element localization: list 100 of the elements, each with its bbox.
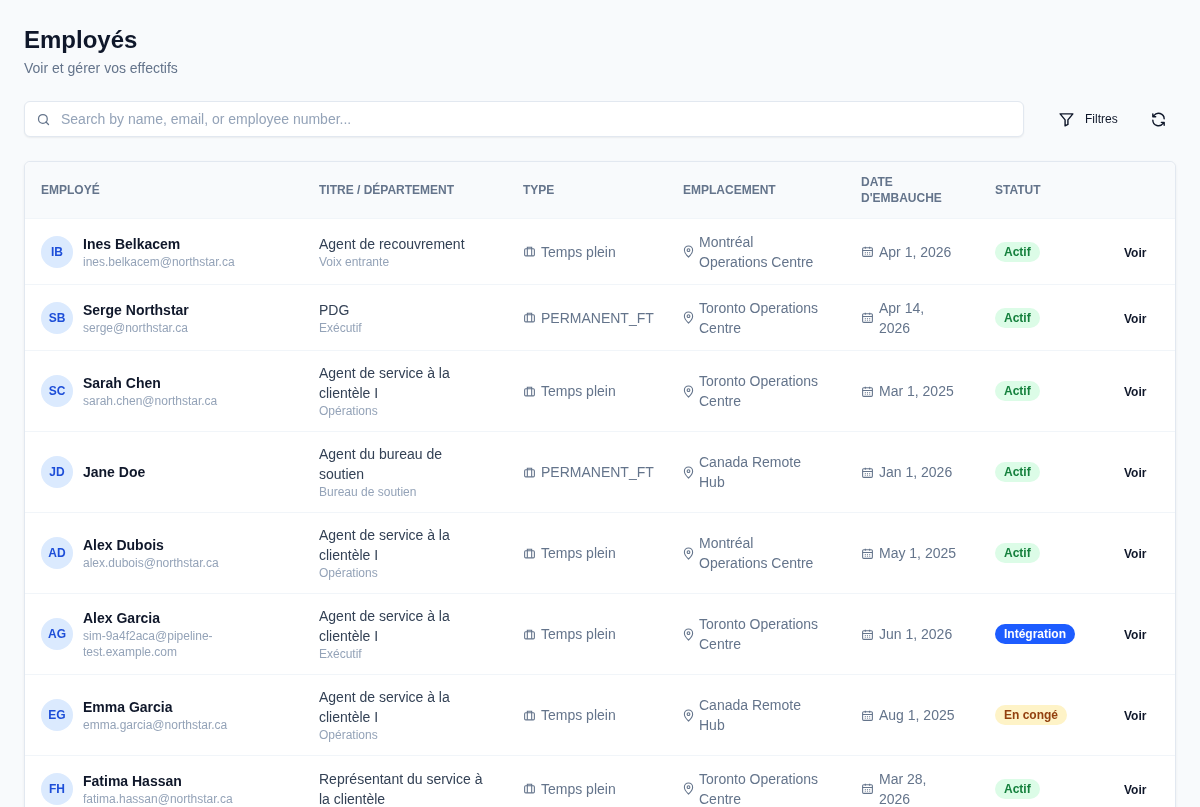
department: Voix entrante	[319, 253, 391, 270]
employment-type: PERMANENT_FT	[541, 308, 654, 328]
view-link[interactable]: Voir	[1124, 709, 1147, 723]
briefcase-icon	[523, 782, 536, 795]
avatar: AG	[41, 618, 73, 650]
location-pin-icon	[683, 311, 694, 324]
search-icon	[36, 112, 51, 127]
view-link[interactable]: Voir	[1124, 628, 1147, 642]
hire-date: May 1, 2025	[879, 544, 957, 563]
calendar-icon	[861, 465, 874, 479]
column-header: STATUT	[995, 182, 1042, 198]
location-pin-icon	[683, 546, 694, 560]
department: Exécutif	[319, 319, 363, 336]
calendar-icon	[861, 546, 874, 560]
hire-date: Apr 1, 2026	[879, 242, 952, 262]
department: Exécutif	[319, 646, 363, 662]
briefcase-icon	[523, 627, 536, 641]
page-title: Employés	[24, 26, 139, 54]
view-link[interactable]: Voir	[1124, 311, 1147, 326]
filter-button[interactable]: Filtres	[1046, 102, 1130, 136]
location: Canada Remote Hub	[699, 453, 802, 492]
briefcase-icon	[523, 708, 536, 722]
employee-email: serge@northstar.ca	[83, 319, 189, 336]
employee-name: Sarah Chen	[83, 374, 162, 393]
location: Montréal Operations Centre	[699, 232, 815, 272]
status-badge: Actif	[995, 381, 1040, 401]
employment-type: Temps plein	[541, 779, 616, 799]
job-title: Agent de service à la clientèle I	[319, 364, 451, 403]
view-link[interactable]: Voir	[1124, 547, 1147, 561]
employment-type: Temps plein	[541, 242, 616, 262]
employee-email: ines.belkacem@northstar.ca	[83, 253, 235, 270]
employment-type: Temps plein	[541, 544, 616, 563]
employee-name: Fatima Hassan	[83, 771, 183, 791]
hire-date: Aug 1, 2025	[879, 706, 955, 725]
search-field[interactable]: Search by name, email, or employee number...	[24, 101, 1024, 137]
location: Toronto Operations Centre	[699, 372, 820, 411]
calendar-icon	[861, 627, 874, 641]
view-link[interactable]: Voir	[1124, 466, 1147, 480]
job-title: Agent de service à la clientèle I	[319, 526, 451, 565]
department: Opérations	[319, 727, 379, 743]
department: Opérations	[319, 403, 379, 419]
job-title: Agent de service à la clientèle I	[319, 688, 451, 727]
status-badge: En congé	[995, 705, 1067, 725]
page-subtitle: Voir et gérer vos effectifs	[24, 60, 179, 76]
briefcase-icon	[523, 245, 536, 258]
employee-name: Alex Dubois	[83, 536, 165, 555]
status-badge: Actif	[995, 778, 1040, 799]
calendar-icon	[861, 782, 874, 795]
employee-name: Alex Garcia	[83, 609, 162, 628]
status-badge: Intégration	[995, 624, 1075, 644]
employee-email: alex.dubois@northstar.ca	[83, 555, 219, 571]
avatar: SB	[41, 301, 73, 334]
calendar-icon	[861, 384, 874, 398]
employee-name: Jane Doe	[83, 463, 146, 482]
status-badge: Actif	[995, 241, 1040, 262]
location-pin-icon	[683, 245, 694, 258]
hire-date: Mar 1, 2025	[879, 382, 954, 401]
job-title: Agent du bureau de soutien	[319, 445, 443, 484]
briefcase-icon	[523, 465, 536, 479]
calendar-icon	[861, 311, 874, 324]
view-link[interactable]: Voir	[1124, 385, 1147, 399]
employment-type: PERMANENT_FT	[541, 463, 654, 482]
status-badge: Actif	[995, 307, 1040, 328]
job-title: PDG	[319, 300, 351, 320]
employment-type: Temps plein	[541, 382, 616, 401]
job-title: Représentant du service à la clientèle	[319, 769, 484, 807]
location-pin-icon	[683, 384, 694, 398]
employment-type: Temps plein	[541, 625, 616, 644]
calendar-icon	[861, 245, 874, 258]
avatar: AD	[41, 537, 73, 569]
hire-date: Jun 1, 2026	[879, 625, 953, 644]
column-header: EMPLACEMENT	[683, 182, 777, 198]
location-pin-icon	[683, 627, 694, 641]
view-link[interactable]: Voir	[1124, 782, 1147, 797]
employment-type: Temps plein	[541, 706, 616, 725]
employee-email: sarah.chen@northstar.ca	[83, 393, 218, 409]
refresh-icon	[1149, 110, 1167, 128]
column-header: EMPLOYÉ	[41, 182, 101, 198]
employee-email: emma.garcia@northstar.ca	[83, 717, 228, 733]
employee-email: sim-9a4f2aca@pipeline-test.example.com	[83, 628, 214, 660]
location: Toronto Operations Centre	[699, 615, 820, 654]
avatar: SC	[41, 375, 73, 407]
column-header: TYPE	[523, 182, 556, 198]
location: Montréal Operations Centre	[699, 534, 815, 573]
view-link[interactable]: Voir	[1124, 245, 1147, 260]
status-badge: Actif	[995, 543, 1040, 563]
employee-name: Ines Belkacem	[83, 234, 182, 254]
avatar: JD	[41, 456, 73, 488]
calendar-icon	[861, 708, 874, 722]
location-pin-icon	[683, 782, 694, 795]
column-header: DATE D'EMBAUCHE	[861, 174, 943, 206]
hire-date: Jan 1, 2026	[879, 463, 953, 482]
briefcase-icon	[523, 384, 536, 398]
column-header: TITRE / DÉPARTEMENT	[319, 182, 456, 198]
job-title: Agent de recouvrement	[319, 234, 466, 254]
department: Opérations	[319, 565, 379, 581]
location: Toronto Operations Centre	[699, 298, 820, 338]
avatar: EG	[41, 699, 73, 731]
job-title: Agent de service à la clientèle I	[319, 607, 451, 646]
location-pin-icon	[683, 708, 694, 722]
